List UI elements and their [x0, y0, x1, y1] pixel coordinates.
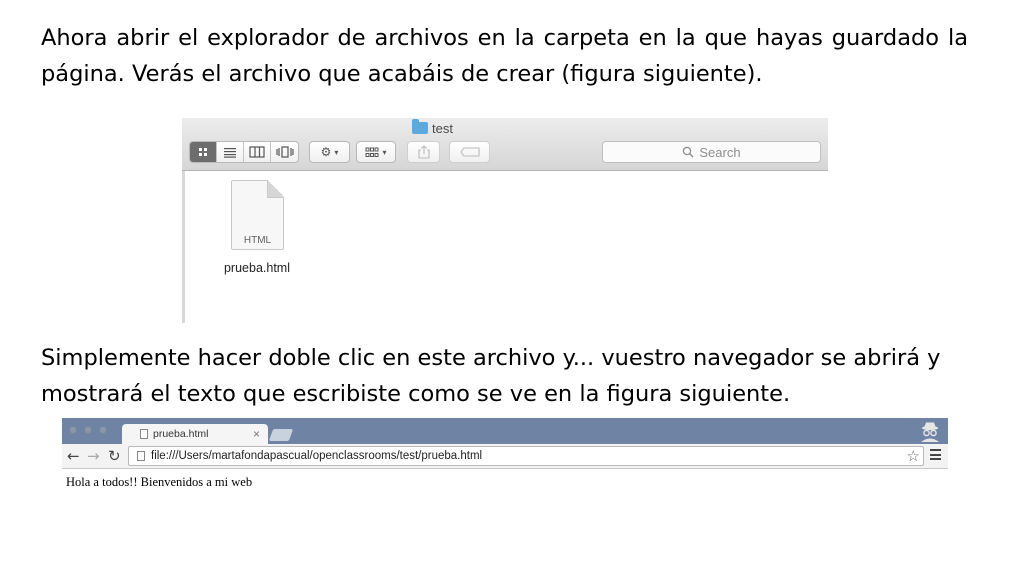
- gear-icon: ⚙: [320, 145, 332, 159]
- page-icon: [137, 451, 145, 461]
- icon-view-button[interactable]: [190, 142, 217, 162]
- arrange-menu-button[interactable]: ▾: [356, 141, 396, 163]
- file-name: prueba.html: [223, 261, 290, 275]
- finder-sidebar-edge: [182, 171, 185, 323]
- share-icon: [417, 145, 430, 159]
- cover-flow-icon: [275, 146, 294, 158]
- chevron-down-icon: ▾: [334, 147, 339, 157]
- browser-window: prueba.html × ← → ↻ file:///Users/martaf…: [62, 418, 948, 494]
- finder-titlebar: test ⚙ ▾ ▾ Search: [182, 118, 828, 171]
- finder-title: test: [412, 119, 453, 136]
- list-view-button[interactable]: [217, 142, 244, 162]
- bookmark-star-icon[interactable]: ☆: [907, 447, 920, 465]
- action-menu-button[interactable]: ⚙ ▾: [309, 141, 350, 163]
- arrange-icon: [365, 147, 379, 157]
- instruction-paragraph-1: Ahora abrir el explorador de archivos en…: [41, 25, 968, 87]
- folder-icon: [412, 119, 428, 134]
- reload-icon[interactable]: ↻: [108, 447, 121, 465]
- web-page-text: Hola a todos!! Bienvenidos a mi web: [66, 475, 253, 489]
- address-bar[interactable]: file:///Users/martafondapascual/openclas…: [128, 446, 924, 466]
- columns-icon: [249, 146, 265, 158]
- tab-title: prueba.html: [153, 428, 209, 440]
- chevron-down-icon: ▾: [382, 147, 387, 157]
- column-view-button[interactable]: [244, 142, 271, 162]
- window-minimize-dot[interactable]: [84, 426, 92, 434]
- browser-tab[interactable]: prueba.html ×: [122, 424, 268, 444]
- edit-tags-button[interactable]: [449, 141, 490, 163]
- tag-icon: [459, 147, 480, 157]
- search-placeholder: Search: [699, 144, 741, 160]
- document-icon: [140, 429, 148, 439]
- address-url: file:///Users/martafondapascual/openclas…: [151, 450, 483, 462]
- window-close-dot[interactable]: [69, 426, 77, 434]
- search-icon: [683, 146, 694, 158]
- close-tab-button[interactable]: ×: [253, 427, 260, 441]
- grid-icon: [199, 148, 207, 156]
- back-arrow-icon[interactable]: ←: [67, 447, 80, 465]
- browser-tabstrip: prueba.html ×: [62, 418, 948, 444]
- hamburger-menu-icon[interactable]: [930, 449, 941, 460]
- list-icon: [224, 148, 236, 158]
- incognito-icon: [921, 422, 939, 442]
- window-zoom-dot[interactable]: [99, 426, 107, 434]
- file-type-label: HTML: [243, 235, 272, 246]
- share-button[interactable]: [407, 141, 440, 163]
- new-tab-button[interactable]: [268, 429, 294, 441]
- finder-search-field[interactable]: Search: [602, 141, 821, 163]
- view-mode-segmented-control: [189, 141, 299, 163]
- browser-toolbar: ← → ↻ file:///Users/martafondapascual/op…: [62, 444, 948, 469]
- forward-arrow-icon[interactable]: →: [87, 447, 100, 465]
- instruction-paragraph-2: Simplemente hacer doble clic en este arc…: [41, 345, 941, 407]
- file-corner-fold: [267, 180, 284, 198]
- finder-window: test ⚙ ▾ ▾ Search HTML prueba.html: [182, 118, 828, 323]
- finder-window-title: test: [432, 120, 453, 136]
- cover-flow-view-button[interactable]: [271, 142, 298, 162]
